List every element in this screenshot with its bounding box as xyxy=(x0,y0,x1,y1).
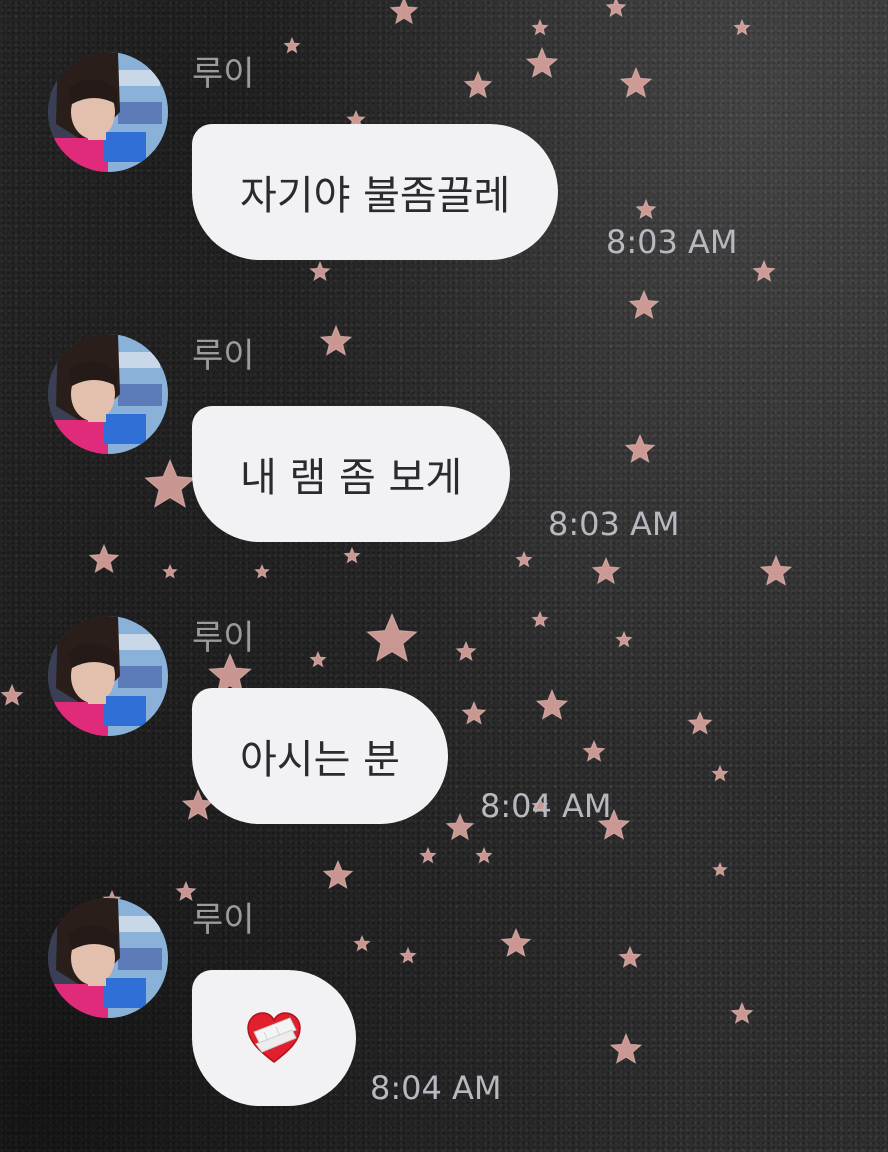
star-icon xyxy=(343,546,361,564)
profile-photo-icon xyxy=(48,334,168,454)
star-icon xyxy=(0,683,24,706)
sender-name: 루이 xyxy=(192,54,255,94)
message-timestamp: 8:03 AM xyxy=(548,505,680,543)
star-icon xyxy=(712,861,728,877)
star-icon xyxy=(605,0,627,18)
star-icon xyxy=(353,934,371,952)
star-icon xyxy=(162,563,178,579)
star-icon xyxy=(687,710,713,735)
star-icon xyxy=(366,612,418,663)
star-icon xyxy=(618,945,642,968)
message-timestamp: 8:04 AM xyxy=(370,1069,502,1107)
message-bubble[interactable] xyxy=(192,970,356,1106)
star-icon xyxy=(615,630,633,648)
message-timestamp: 8:03 AM xyxy=(606,223,738,261)
star-icon xyxy=(254,563,270,579)
sender-name: 루이 xyxy=(192,336,255,376)
star-icon xyxy=(515,550,533,568)
star-icon xyxy=(322,859,354,890)
message-bubble[interactable]: 내 램 좀 보게 xyxy=(192,406,511,542)
star-icon xyxy=(463,70,493,99)
star-icon xyxy=(461,700,487,725)
star-icon xyxy=(445,812,475,841)
profile-photo-icon xyxy=(48,616,168,736)
star-icon xyxy=(309,650,327,668)
message-bubble[interactable]: 자기야 불좀끌레 xyxy=(192,124,559,260)
message-text: 아시는 분 xyxy=(240,737,400,783)
star-icon xyxy=(475,846,493,864)
star-icon xyxy=(582,739,606,762)
profile-photo-icon xyxy=(48,898,168,1018)
message-timestamp: 8:04 AM xyxy=(480,787,612,825)
star-icon xyxy=(455,640,477,662)
message-bubble[interactable]: 아시는 분 xyxy=(192,688,448,824)
star-icon xyxy=(144,458,196,509)
star-icon xyxy=(175,880,197,902)
star-icon xyxy=(419,846,437,864)
star-icon xyxy=(500,927,532,958)
sender-name: 루이 xyxy=(192,618,255,658)
message-text: 자기야 불좀끌레 xyxy=(240,173,511,219)
star-icon xyxy=(399,946,417,964)
avatar[interactable] xyxy=(48,334,168,454)
star-icon xyxy=(733,18,751,36)
star-icon xyxy=(711,764,729,782)
star-icon xyxy=(591,556,621,585)
avatar[interactable] xyxy=(48,898,168,1018)
star-icon xyxy=(624,433,656,464)
star-icon xyxy=(531,18,549,36)
star-icon xyxy=(283,36,301,54)
star-icon xyxy=(752,259,776,282)
star-icon xyxy=(535,688,569,720)
message-text: 내 램 좀 보게 xyxy=(240,455,463,501)
star-icon xyxy=(730,1001,754,1024)
star-icon xyxy=(531,610,549,628)
star-icon xyxy=(309,260,331,282)
avatar[interactable] xyxy=(48,616,168,736)
star-icon xyxy=(319,324,353,356)
mending-heart-icon xyxy=(244,1008,304,1068)
star-icon xyxy=(628,289,660,320)
star-icon xyxy=(635,198,657,220)
star-icon xyxy=(525,46,559,78)
star-icon xyxy=(88,543,120,574)
star-icon xyxy=(759,554,793,586)
star-icon xyxy=(609,1032,643,1064)
avatar[interactable] xyxy=(48,52,168,172)
sender-name: 루이 xyxy=(192,900,255,940)
star-icon xyxy=(619,66,653,98)
star-icon xyxy=(389,0,419,25)
profile-photo-icon xyxy=(48,52,168,172)
